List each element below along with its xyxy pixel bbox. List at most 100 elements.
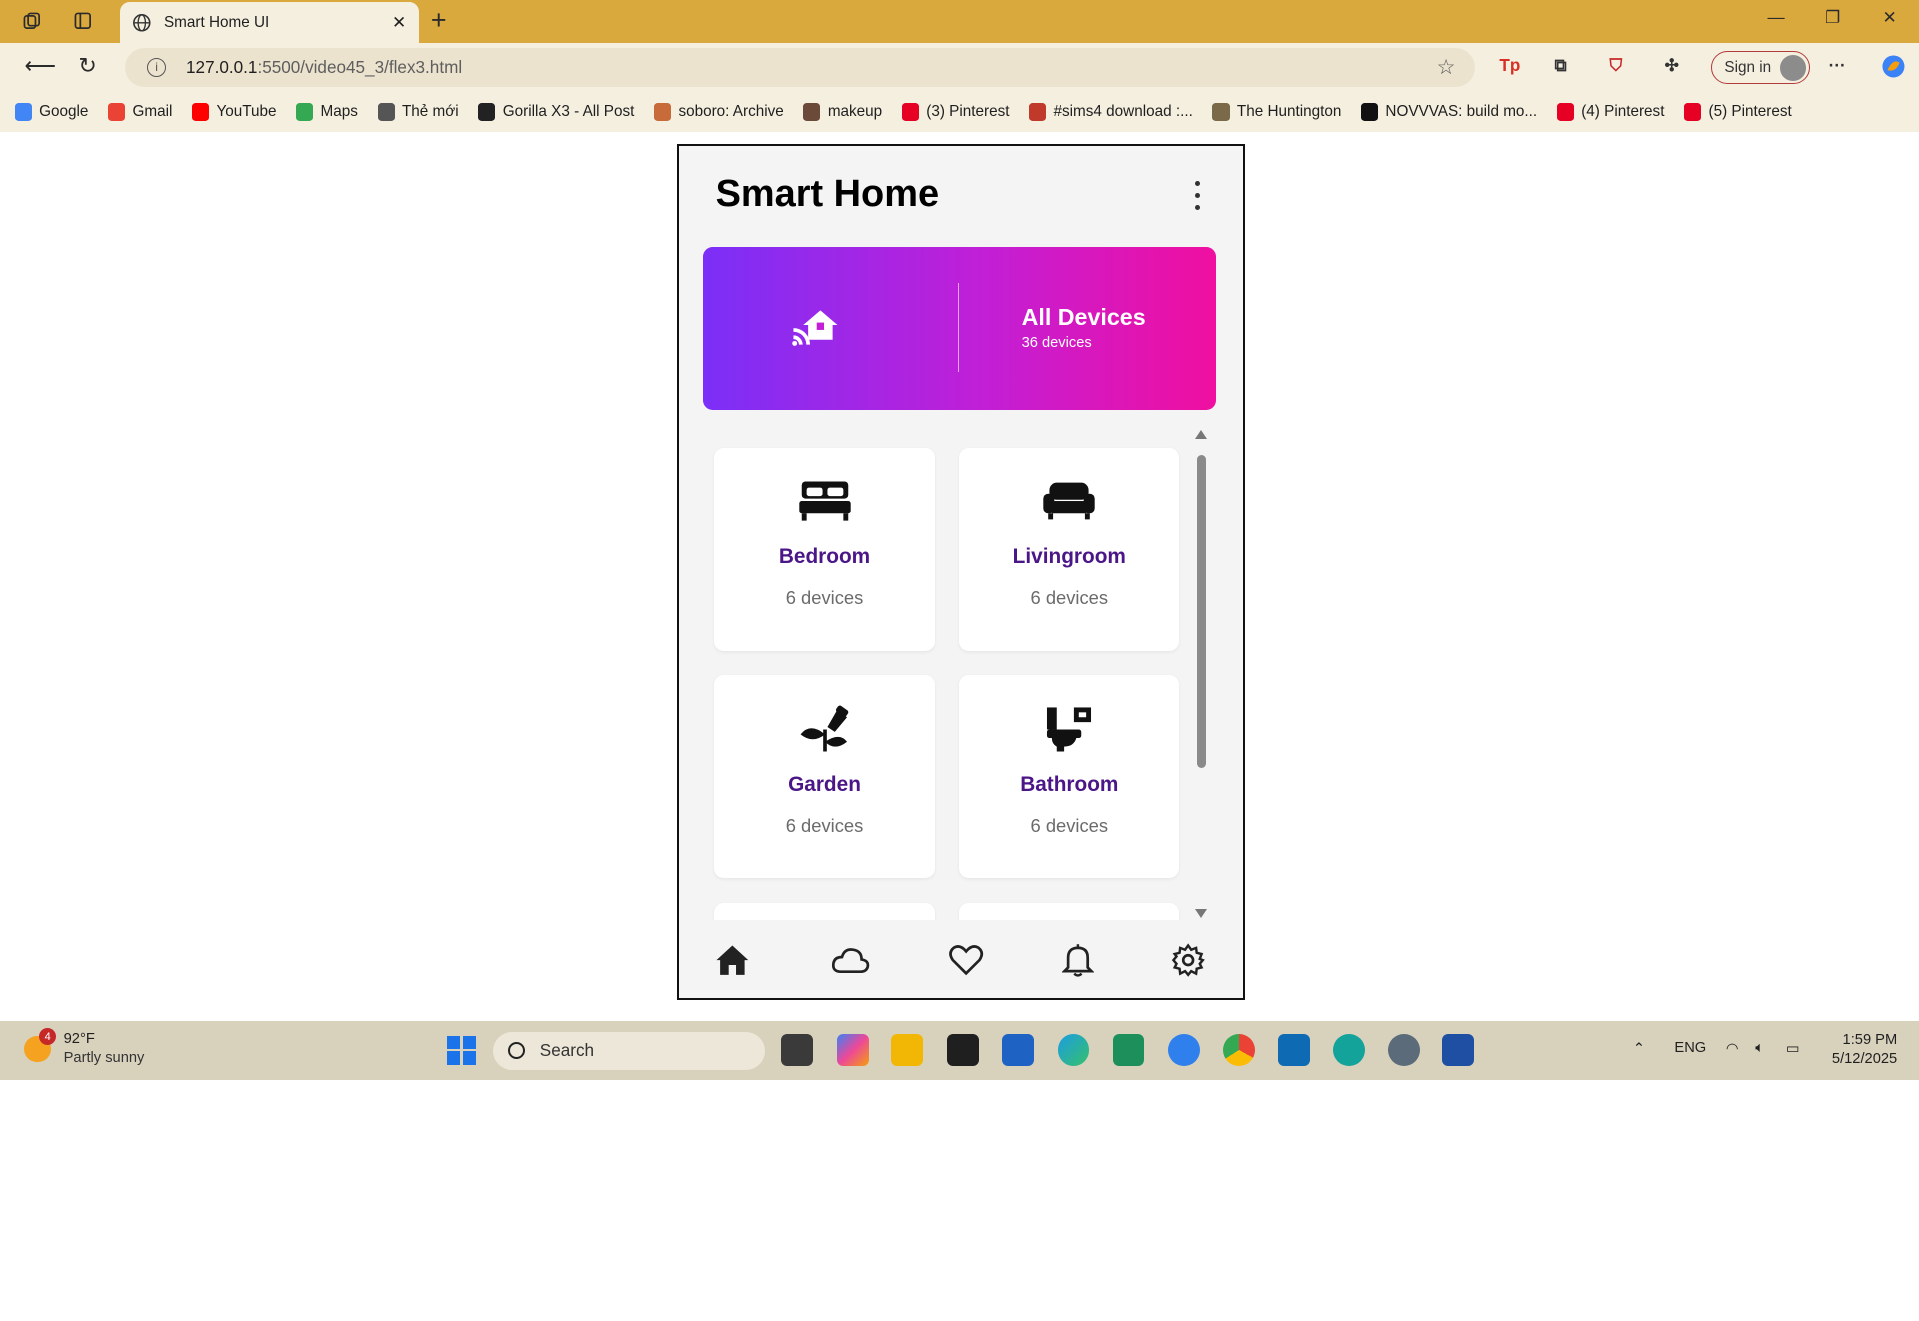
bookmark-item[interactable]: (4) Pinterest	[1556, 103, 1664, 121]
bookmark-item[interactable]: Gmail	[108, 103, 172, 121]
room-card-partial[interactable]	[959, 902, 1180, 920]
scroll-thumb[interactable]	[1196, 454, 1207, 769]
phone-frame: Smart Home All Devices 36 devices Bedroo…	[676, 144, 1245, 1000]
browser-tab[interactable]: Smart Home UI ✕	[119, 2, 419, 43]
all-devices-card[interactable]: All Devices 36 devices	[703, 246, 1217, 410]
battery-icon[interactable]: ▭	[1786, 1040, 1800, 1057]
new-tab-button[interactable]: +	[431, 5, 447, 36]
bookmark-favicon-icon	[108, 103, 126, 121]
copilot-app-icon[interactable]	[837, 1034, 870, 1067]
room-card-bedroom[interactable]: Bedroom 6 devices	[714, 447, 935, 651]
sofa-icon	[1042, 477, 1096, 526]
clock[interactable]: 1:59 PM 5/12/2025	[1824, 1031, 1897, 1070]
bookmark-label: Google	[39, 102, 89, 120]
more-options-icon[interactable]	[1194, 180, 1201, 211]
copilot-icon[interactable]	[1880, 53, 1907, 85]
search-icon	[507, 1042, 526, 1060]
taskbar-search[interactable]: Search	[493, 1031, 765, 1070]
scroll-down-arrow-icon[interactable]	[1195, 908, 1208, 918]
word-icon[interactable]	[1441, 1034, 1474, 1067]
file-explorer-icon[interactable]	[891, 1034, 923, 1067]
bell-icon[interactable]	[1058, 942, 1097, 979]
bookmark-item[interactable]: soboro: Archive	[653, 103, 784, 121]
bookmark-item[interactable]: NOVVVAS: build mo...	[1360, 103, 1537, 121]
start-button[interactable]	[446, 1035, 477, 1065]
cloud-icon[interactable]	[831, 942, 870, 979]
close-window-button[interactable]: ✕	[1883, 7, 1897, 28]
extension-copy-icon[interactable]: ⧉	[1554, 55, 1566, 76]
tab-title: Smart Home UI	[163, 13, 270, 31]
task-view-icon[interactable]	[780, 1034, 813, 1067]
more-menu-icon[interactable]: ···	[1829, 55, 1846, 76]
workspaces-icon[interactable]	[17, 7, 46, 34]
address-bar[interactable]: i 127.0.0.1:5500/video45_3/flex3.html ☆	[124, 47, 1475, 87]
rooms-scrollbar[interactable]	[1192, 427, 1211, 920]
bookmark-item[interactable]: Thẻ mới	[377, 102, 459, 121]
room-card-livingroom[interactable]: Livingroom 6 devices	[959, 447, 1180, 651]
bookmark-item[interactable]: The Huntington	[1212, 103, 1341, 121]
bookmark-label: (3) Pinterest	[926, 102, 1010, 120]
extension-tp-icon[interactable]: Tp	[1499, 55, 1520, 76]
restore-button[interactable]: ❐	[1825, 7, 1840, 28]
bookmark-label: #sims4 download :...	[1053, 102, 1193, 120]
bookmark-item[interactable]: Maps	[296, 103, 358, 121]
notion-icon[interactable]	[947, 1034, 980, 1067]
volume-icon[interactable]: 🔈︎	[1755, 1040, 1764, 1056]
bookmark-item[interactable]: makeup	[803, 103, 882, 121]
plant-icon	[798, 705, 852, 754]
back-arrow-icon[interactable]: ⟵	[24, 53, 56, 79]
arduino-icon[interactable]	[1332, 1034, 1365, 1067]
extension-shield-icon[interactable]: ⛉	[1610, 55, 1623, 76]
home-icon[interactable]	[713, 942, 752, 979]
page-viewport: Smart Home All Devices 36 devices Bedroo…	[6, 134, 1914, 1019]
clock-date: 5/12/2025	[1831, 1051, 1898, 1068]
room-name: Bathroom	[1020, 773, 1119, 797]
room-card-bathroom[interactable]: Bathroom 6 devices	[959, 675, 1180, 879]
bookmark-label: Thẻ mới	[401, 102, 459, 120]
bookmark-item[interactable]: (3) Pinterest	[901, 102, 1010, 121]
refresh-icon[interactable]: ↻	[78, 53, 96, 79]
gear-icon[interactable]	[1168, 942, 1207, 979]
close-tab-icon[interactable]: ✕	[392, 12, 406, 33]
mail-icon[interactable]	[1002, 1034, 1035, 1067]
scroll-up-arrow-icon[interactable]	[1195, 429, 1208, 440]
site-info-icon[interactable]: i	[146, 57, 167, 78]
language-indicator[interactable]: ENG	[1674, 1040, 1706, 1056]
bookmark-favicon-icon	[1684, 103, 1702, 121]
bookmark-favicon-icon	[296, 103, 314, 121]
edge-icon[interactable]	[1057, 1034, 1090, 1067]
chevron-up-icon[interactable]: ⌃	[1633, 1040, 1645, 1057]
room-device-count: 6 devices	[1030, 587, 1109, 609]
room-card-partial[interactable]	[714, 902, 935, 920]
url-path: :5500/video45_3/flex3.html	[257, 56, 463, 77]
smart-home-icon	[791, 303, 840, 353]
sign-in-button[interactable]: Sign in	[1711, 51, 1811, 85]
room-name: Livingroom	[1012, 545, 1126, 569]
clock-time: 1:59 PM	[1842, 1031, 1898, 1048]
chrome-icon[interactable]	[1222, 1034, 1255, 1067]
bed-icon	[798, 477, 852, 526]
tab-actions-icon[interactable]	[69, 7, 98, 34]
bookmark-item[interactable]: YouTube	[191, 103, 277, 121]
wifi-icon[interactable]: ◠	[1726, 1040, 1739, 1057]
heart-icon[interactable]	[947, 942, 986, 979]
app-icon-green[interactable]	[1112, 1034, 1145, 1067]
weather-desc: Partly sunny	[63, 1050, 145, 1067]
favorite-star-icon[interactable]: ☆	[1437, 55, 1456, 80]
minimize-button[interactable]: —	[1767, 7, 1784, 28]
bookmark-item[interactable]: Gorilla X3 - All Post	[478, 103, 634, 121]
bookmark-item[interactable]: (5) Pinterest	[1684, 103, 1792, 121]
room-card-garden[interactable]: Garden 6 devices	[714, 675, 935, 879]
room-name: Garden	[788, 773, 861, 797]
app-title: Smart Home	[715, 173, 940, 216]
settings-app-icon[interactable]	[1388, 1034, 1420, 1067]
vscode-icon[interactable]	[1277, 1034, 1310, 1067]
url-host: 127.0.0.1	[186, 56, 258, 77]
extensions-puzzle-icon[interactable]: ✣	[1665, 55, 1679, 76]
bookmark-favicon-icon	[653, 103, 672, 121]
bookmark-item[interactable]: #sims4 download :...	[1029, 103, 1193, 121]
bookmarks-bar: Google Gmail YouTube Maps Thẻ mới Gorilla X3 …	[0, 91, 1919, 133]
bookmark-favicon-icon	[1360, 103, 1379, 121]
zalo-icon[interactable]	[1167, 1034, 1200, 1067]
bookmark-item[interactable]: Google	[14, 102, 89, 121]
